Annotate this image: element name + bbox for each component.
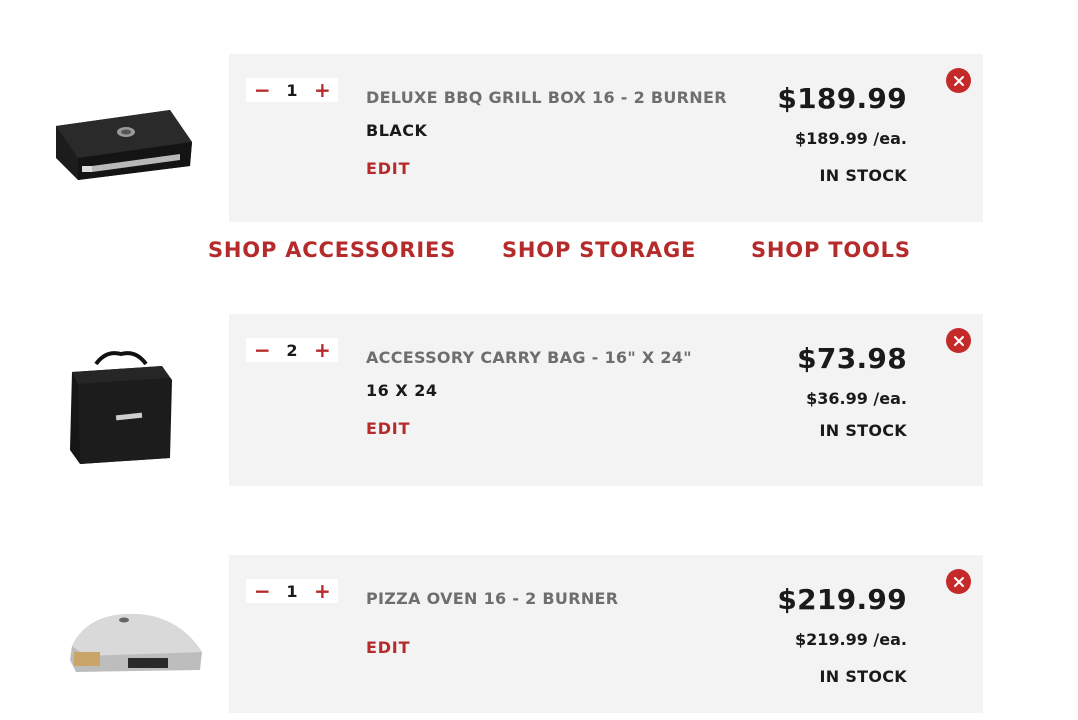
product-name[interactable]: DELUXE BBQ GRILL BOX 16 - 2 BURNER [366, 88, 727, 107]
unit-price: $36.99 /ea. [806, 389, 907, 408]
product-image-pizza-oven[interactable] [66, 612, 206, 676]
edit-link[interactable]: EDIT [366, 638, 410, 657]
shop-accessories-link[interactable]: SHOP ACCESSORIES [208, 238, 456, 262]
cart-item-card: − 1 + DELUXE BBQ GRILL BOX 16 - 2 BURNER… [229, 54, 983, 222]
increment-button[interactable]: + [314, 340, 331, 360]
unit-price: $219.99 /ea. [794, 630, 907, 649]
decrement-button[interactable]: − [254, 80, 271, 100]
product-image-bbq-grill-box[interactable] [52, 104, 194, 186]
product-name[interactable]: PIZZA OVEN 16 - 2 BURNER [366, 589, 618, 608]
quantity-stepper[interactable]: − 1 + [246, 579, 338, 603]
remove-item-button[interactable] [946, 328, 971, 353]
increment-button[interactable]: + [314, 80, 331, 100]
close-icon [953, 335, 964, 346]
quantity-stepper[interactable]: − 1 + [246, 78, 338, 102]
quantity-stepper[interactable]: − 2 + [246, 338, 338, 362]
quantity-value[interactable]: 2 [286, 341, 297, 360]
cart-item-card: − 1 + PIZZA OVEN 16 - 2 BURNER EDIT $219… [229, 555, 983, 713]
stock-status: IN STOCK [819, 166, 907, 185]
line-total-price: $219.99 [777, 583, 907, 616]
unit-price: $189.99 /ea. [794, 129, 907, 148]
line-total-price: $189.99 [777, 82, 907, 115]
edit-link[interactable]: EDIT [366, 419, 410, 438]
close-icon [953, 576, 964, 587]
stock-status: IN STOCK [819, 421, 907, 440]
product-variant: 16 X 24 [366, 381, 438, 400]
stock-status: IN STOCK [819, 667, 907, 686]
quantity-value[interactable]: 1 [286, 81, 297, 100]
product-name[interactable]: ACCESSORY CARRY BAG - 16" X 24" [366, 348, 692, 367]
quantity-value[interactable]: 1 [286, 582, 297, 601]
product-image-carry-bag[interactable] [66, 350, 176, 466]
close-icon [953, 75, 964, 86]
decrement-button[interactable]: − [254, 340, 271, 360]
cart-item-card: − 2 + ACCESSORY CARRY BAG - 16" X 24" 16… [229, 314, 983, 486]
remove-item-button[interactable] [946, 569, 971, 594]
shop-storage-link[interactable]: SHOP STORAGE [502, 238, 696, 262]
decrement-button[interactable]: − [254, 581, 271, 601]
remove-item-button[interactable] [946, 68, 971, 93]
shop-tools-link[interactable]: SHOP TOOLS [751, 238, 911, 262]
edit-link[interactable]: EDIT [366, 159, 410, 178]
increment-button[interactable]: + [314, 581, 331, 601]
line-total-price: $73.98 [797, 342, 907, 375]
product-variant: BLACK [366, 121, 428, 140]
